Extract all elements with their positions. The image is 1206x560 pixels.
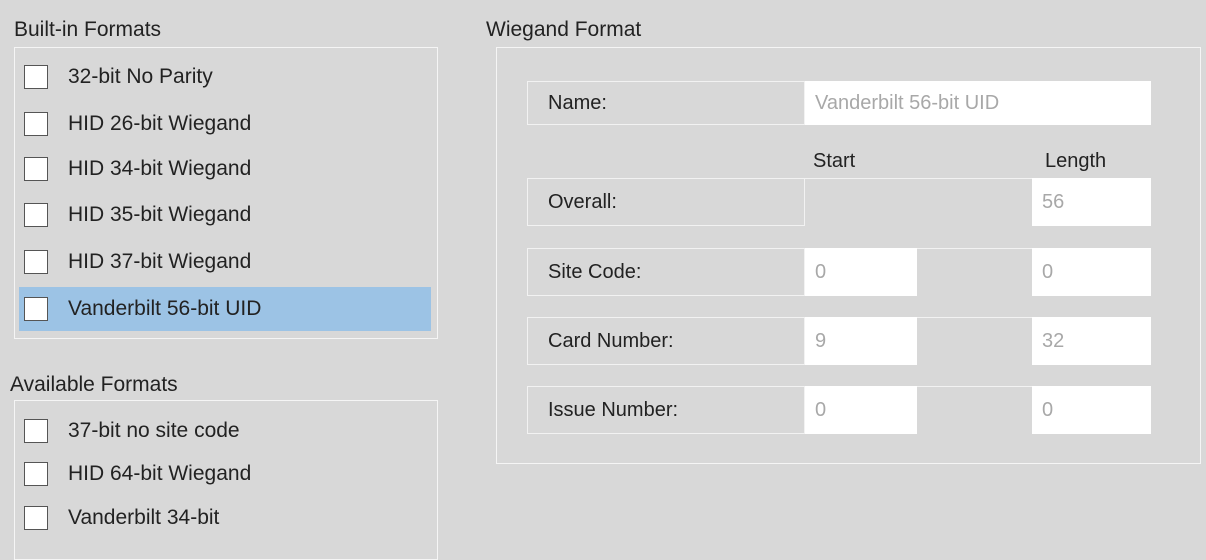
list-item-vanderbilt-56-bit-uid[interactable]: Vanderbilt 56-bit UID — [19, 287, 431, 331]
list-item-label: Vanderbilt 34-bit — [68, 506, 220, 529]
issue-number-gap — [917, 386, 1032, 434]
site-code-gap — [917, 248, 1032, 296]
list-item-label: HID 34-bit Wiegand — [68, 157, 252, 180]
available-formats-list: 37-bit no site code HID 64-bit Wiegand V… — [14, 400, 438, 560]
checkbox[interactable] — [24, 203, 48, 227]
name-input[interactable]: Vanderbilt 56-bit UID — [805, 81, 1151, 125]
list-item-label: HID 64-bit Wiegand — [68, 462, 252, 485]
site-code-length-input[interactable]: 0 — [1032, 248, 1151, 296]
list-item-label: HID 37-bit Wiegand — [68, 250, 252, 273]
list-item-label: HID 35-bit Wiegand — [68, 203, 252, 226]
site-code-start-input[interactable]: 0 — [805, 248, 917, 296]
checkbox[interactable] — [24, 419, 48, 443]
checkbox[interactable] — [24, 157, 48, 181]
list-item-hid-37-bit[interactable]: HID 37-bit Wiegand — [19, 240, 433, 284]
builtin-formats-title: Built-in Formats — [14, 18, 162, 41]
list-item-vanderbilt-34-bit[interactable]: Vanderbilt 34-bit — [19, 496, 433, 540]
card-number-gap — [917, 317, 1032, 365]
checkbox[interactable] — [24, 506, 48, 530]
list-item-label: Vanderbilt 56-bit UID — [68, 297, 262, 320]
checkbox[interactable] — [24, 250, 48, 274]
name-label: Name: — [527, 81, 805, 125]
issue-number-label: Issue Number: — [527, 386, 805, 434]
checkbox[interactable] — [24, 112, 48, 136]
overall-label: Overall: — [527, 178, 805, 226]
checkbox[interactable] — [24, 462, 48, 486]
issue-number-start-input[interactable]: 0 — [805, 386, 917, 434]
overall-start-blank — [805, 178, 1032, 226]
length-column-header: Length — [1045, 150, 1107, 172]
available-formats-title: Available Formats — [10, 373, 178, 396]
wiegand-format-title: Wiegand Format — [486, 18, 642, 41]
list-item-label: 37-bit no site code — [68, 419, 240, 442]
card-number-start-input[interactable]: 9 — [805, 317, 917, 365]
overall-length-input[interactable]: 56 — [1032, 178, 1151, 226]
checkbox[interactable] — [24, 297, 48, 321]
list-item-hid-34-bit[interactable]: HID 34-bit Wiegand — [19, 147, 433, 191]
card-number-length-input[interactable]: 32 — [1032, 317, 1151, 365]
site-code-label: Site Code: — [527, 248, 805, 296]
list-item-label: HID 26-bit Wiegand — [68, 112, 252, 135]
builtin-formats-list: 32-bit No Parity HID 26-bit Wiegand HID … — [14, 47, 438, 339]
checkbox[interactable] — [24, 65, 48, 89]
list-item-37-bit-no-site-code[interactable]: 37-bit no site code — [19, 409, 433, 453]
list-item-hid-35-bit[interactable]: HID 35-bit Wiegand — [19, 193, 433, 237]
list-item-hid-64-bit[interactable]: HID 64-bit Wiegand — [19, 452, 433, 496]
issue-number-length-input[interactable]: 0 — [1032, 386, 1151, 434]
start-column-header: Start — [813, 150, 856, 172]
list-item-hid-26-bit[interactable]: HID 26-bit Wiegand — [19, 102, 433, 146]
list-item-label: 32-bit No Parity — [68, 65, 213, 88]
card-number-label: Card Number: — [527, 317, 805, 365]
list-item-32-bit-no-parity[interactable]: 32-bit No Parity — [19, 55, 433, 99]
